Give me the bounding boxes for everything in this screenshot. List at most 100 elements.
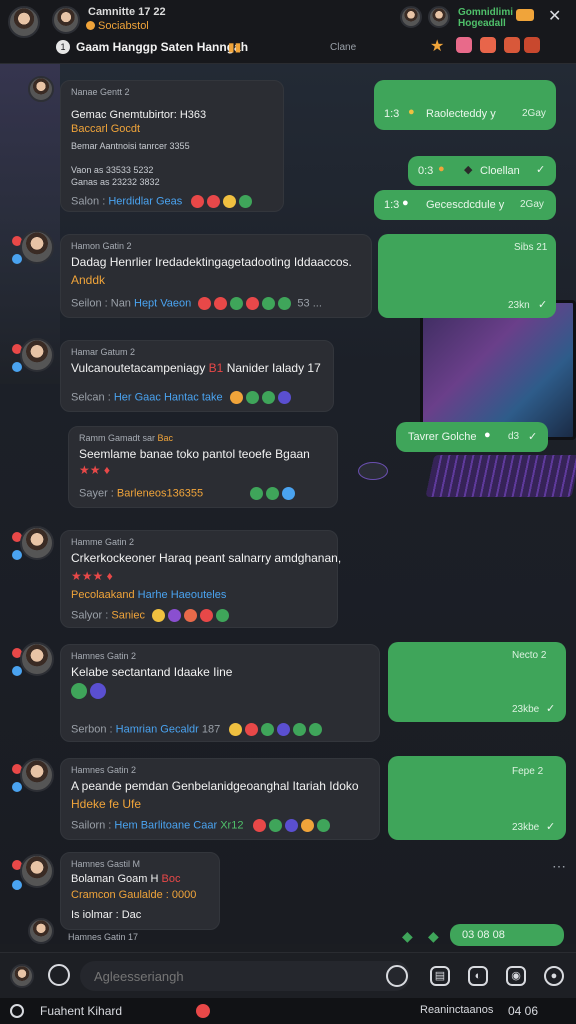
message-text: Pecolaakand Harhe Haeouteles: [71, 589, 226, 601]
reaction-icon[interactable]: [90, 683, 106, 699]
reaction-icon[interactable]: [250, 487, 264, 500]
app-icon[interactable]: [10, 1004, 24, 1018]
reaction-icon[interactable]: [309, 723, 323, 736]
message-bubble[interactable]: Hamnes Gatin 2 Kelabe sectantand Idaake …: [60, 644, 380, 742]
emoji-icon[interactable]: [386, 965, 408, 987]
my-avatar[interactable]: [10, 964, 34, 988]
reaction-icon[interactable]: [229, 723, 243, 736]
sticker-icon[interactable]: ◐: [468, 966, 488, 986]
attach-icon[interactable]: [48, 964, 70, 986]
out-prefix: 1:3: [384, 108, 400, 120]
meta-highlight[interactable]: Hamrian Gecaldr: [116, 723, 199, 735]
reaction-icon[interactable]: [277, 723, 291, 736]
message-meta: Salon : Herdidlar Geas: [71, 195, 255, 208]
meta-highlight[interactable]: Barleneos136355: [117, 487, 203, 499]
outgoing-message[interactable]: 1:3 ● Raolecteddy y 2Gay: [374, 80, 556, 130]
message-bubble[interactable]: Hamnes Gastil M Bolaman Goam H Boc Cramc…: [60, 852, 220, 930]
header-right-title: Gomnidlimi Hogeadall: [458, 7, 513, 29]
reaction-icon[interactable]: [152, 609, 166, 622]
reaction-icon[interactable]: [284, 819, 298, 832]
reaction-icon[interactable]: [207, 195, 221, 208]
chat-title: Gaam Hanggp Saten Hanngah: [76, 40, 249, 54]
reaction-icon[interactable]: [268, 819, 282, 832]
member-avatar-2[interactable]: [428, 6, 450, 28]
reaction-icon[interactable]: [300, 819, 314, 832]
sender-avatar[interactable]: [20, 526, 54, 560]
reaction-icon[interactable]: [262, 297, 276, 310]
reaction-icon[interactable]: [245, 391, 259, 404]
reaction-icon[interactable]: [266, 487, 280, 500]
reaction-icon[interactable]: [261, 723, 275, 736]
reaction-icon[interactable]: [246, 297, 260, 310]
menu-icon[interactable]: [524, 37, 540, 53]
reaction-icon[interactable]: [245, 723, 259, 736]
star-icon[interactable]: ★: [430, 36, 444, 56]
read-check-icon: ✓: [538, 299, 548, 311]
reaction-icon[interactable]: [282, 487, 296, 500]
reaction-icon[interactable]: [191, 195, 205, 208]
member-avatar-1[interactable]: [400, 6, 422, 28]
message-meta: Seilon : Nan Hept Vaeon 53 ...: [71, 297, 322, 310]
meta-highlight[interactable]: Herdidlar Geas: [108, 195, 182, 207]
reaction-icon[interactable]: [252, 819, 266, 832]
sender-avatar[interactable]: [20, 642, 54, 676]
outgoing-message[interactable]: Sibs 21 23kn ✓: [378, 234, 556, 318]
gift-icon[interactable]: [480, 37, 496, 53]
reaction-icon[interactable]: [223, 195, 237, 208]
sender-avatar[interactable]: [20, 854, 54, 888]
reaction-icon[interactable]: [184, 609, 198, 622]
camera-icon[interactable]: ◉: [506, 966, 526, 986]
outgoing-message[interactable]: 03 08 08: [450, 924, 564, 946]
outgoing-message[interactable]: 1:3 ● Gecescdcdule y 2Gay: [374, 190, 556, 220]
message-bubble[interactable]: Ramm Gamadt sar Bac Seemlame banae toko …: [68, 426, 338, 508]
message-bubble[interactable]: Nanae Gentt 2 Gemac Gnemtubirtor: H363 B…: [60, 80, 284, 212]
sticker-icon[interactable]: [456, 37, 472, 53]
reaction-icon[interactable]: [200, 609, 214, 622]
sender-avatar[interactable]: [20, 338, 54, 372]
heart-icon[interactable]: ◆: [428, 928, 439, 945]
more-options-icon[interactable]: ⋯: [552, 858, 566, 875]
reaction-icon[interactable]: [230, 297, 244, 310]
reaction-icon[interactable]: [239, 195, 253, 208]
sender-avatar[interactable]: [28, 918, 54, 944]
status-dot: [12, 362, 22, 372]
reaction-icon[interactable]: [168, 609, 182, 622]
outgoing-message[interactable]: Tavrer Golche ● d3 ✓: [396, 422, 548, 452]
sender-avatar[interactable]: [20, 758, 54, 792]
close-icon[interactable]: ✕: [548, 6, 561, 26]
meta-highlight[interactable]: Hem Barlitoane Caar: [114, 819, 217, 831]
gif-icon[interactable]: ▤: [430, 966, 450, 986]
reaction-icon[interactable]: [229, 391, 243, 404]
reaction-icon[interactable]: [277, 391, 291, 404]
reaction-icon[interactable]: [316, 819, 330, 832]
meta-highlight[interactable]: Hept Vaeon: [134, 297, 191, 309]
meta-highlight[interactable]: Saniec: [111, 609, 145, 621]
record-icon[interactable]: [196, 1004, 210, 1018]
message-text-part: Pecolaakand: [71, 589, 135, 601]
reaction-icon[interactable]: [278, 297, 292, 310]
reaction-icon[interactable]: [71, 683, 87, 699]
meta-highlight[interactable]: Her Gaac Hantac take: [114, 391, 223, 403]
sender-avatar[interactable]: [20, 230, 54, 264]
sender-avatar[interactable]: [28, 76, 54, 102]
reaction-icon[interactable]: [261, 391, 275, 404]
reaction-icon[interactable]: [216, 609, 230, 622]
message-bubble[interactable]: Hamon Gatin 2 Dadag Henrlier Iredadektin…: [60, 234, 372, 318]
contact-avatar[interactable]: [52, 6, 80, 34]
bag-icon[interactable]: [504, 37, 520, 53]
reaction-icon[interactable]: [214, 297, 228, 310]
message-input[interactable]: [80, 961, 410, 991]
message-bubble[interactable]: Hamar Gatum 2 Vulcanoutetacampeniagy B1 …: [60, 340, 334, 412]
outgoing-message[interactable]: 0:3 ● ◆ Cloellan ✓: [408, 156, 556, 186]
message-bubble[interactable]: Hamme Gatin 2 Crkerkockeoner Haraq peant…: [60, 530, 341, 628]
mic-icon[interactable]: ●: [544, 966, 564, 986]
outgoing-message[interactable]: Necto 2 23kbe ✓: [388, 642, 566, 722]
meta-label: Selcan :: [71, 391, 111, 404]
reaction-icon[interactable]: [293, 723, 307, 736]
outgoing-message[interactable]: Fepe 2 23kbe ✓: [388, 756, 566, 840]
heart-icon[interactable]: ◆: [402, 928, 413, 945]
user-avatar[interactable]: [8, 6, 40, 38]
reaction-icon[interactable]: [198, 297, 212, 310]
message-bubble[interactable]: Hamnes Gatin 2 A peande pemdan Genbelani…: [60, 758, 380, 840]
mask-icon[interactable]: [516, 9, 534, 21]
